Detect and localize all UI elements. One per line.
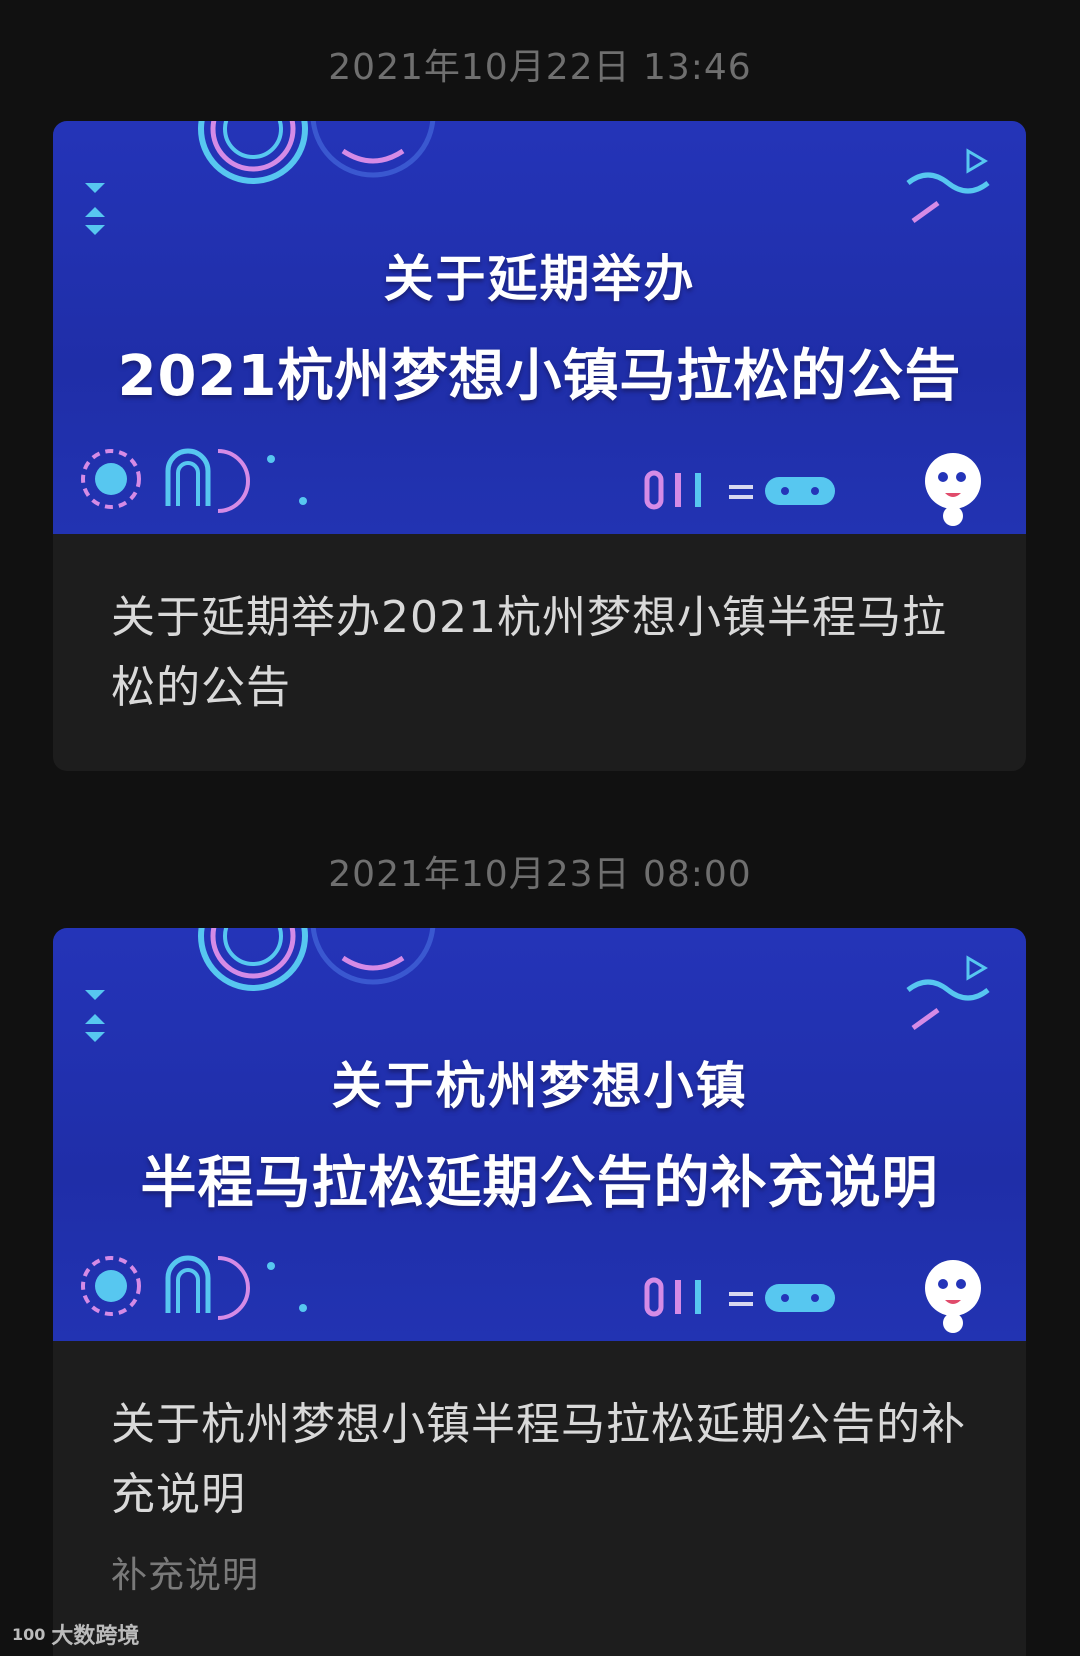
article-cover-banner: 关于延期举办 2021杭州梦想小镇马拉松的公告 bbox=[53, 121, 1026, 534]
banner-decoration bbox=[81, 928, 990, 1333]
article-card[interactable]: 关于延期举办 2021杭州梦想小镇马拉松的公告 关于延期举办2021杭州梦想小镇… bbox=[53, 121, 1026, 771]
article-card[interactable]: 关于杭州梦想小镇 半程马拉松延期公告的补充说明 关于杭州梦想小镇半程马拉松延期公… bbox=[53, 928, 1026, 1656]
watermark-logo: 100 bbox=[12, 1624, 46, 1644]
article-cover-banner: 关于杭州梦想小镇 半程马拉松延期公告的补充说明 bbox=[53, 928, 1026, 1341]
watermark-text: 大数跨境 bbox=[51, 1624, 140, 1649]
watermark: 100 大数跨境 bbox=[12, 1618, 139, 1650]
banner-title-line: 关于延期举办 bbox=[383, 250, 696, 308]
message-timestamp: 2021年10月23日 08:00 bbox=[328, 854, 752, 895]
banner-title-line: 2021杭州梦想小镇马拉松的公告 bbox=[117, 344, 962, 409]
message-timestamp: 2021年10月22日 13:46 bbox=[328, 47, 752, 88]
banner-title-line: 半程马拉松延期公告的补充说明 bbox=[140, 1151, 939, 1216]
article-title: 关于杭州梦想小镇半程马拉松延期公告的补充说明 bbox=[111, 1399, 966, 1520]
article-description: 补充说明 bbox=[111, 1555, 260, 1596]
banner-decoration bbox=[81, 121, 990, 526]
article-title: 关于延期举办2021杭州梦想小镇半程马拉松的公告 bbox=[111, 592, 947, 713]
message-feed: 2021年10月22日 13:46 关于延期举办 2021杭州梦想小镇马拉松的公… bbox=[0, 0, 1080, 1656]
banner-title-line: 关于杭州梦想小镇 bbox=[331, 1057, 748, 1115]
